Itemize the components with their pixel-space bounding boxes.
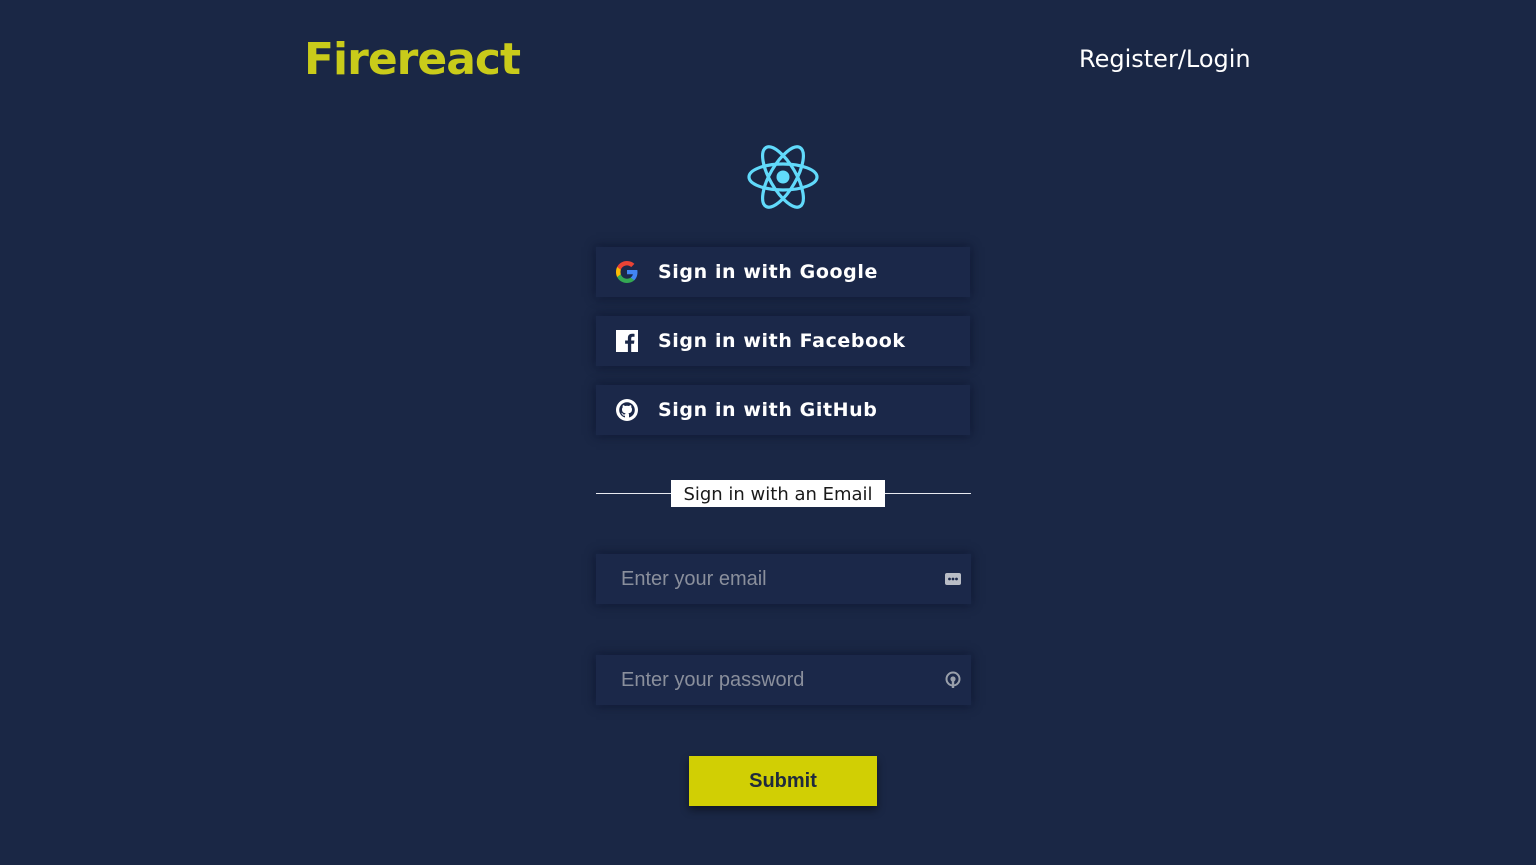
password-input[interactable] [596, 655, 971, 705]
email-input[interactable] [596, 554, 971, 604]
email-divider: Sign in with an Email [596, 480, 971, 508]
password-key-icon[interactable] [944, 671, 962, 689]
register-login-link[interactable]: Register/Login [1079, 42, 1251, 76]
github-icon [615, 398, 639, 422]
autofill-dots-icon[interactable] [944, 570, 962, 588]
divider-label: Sign in with an Email [671, 480, 885, 507]
facebook-icon [615, 329, 639, 353]
facebook-signin-label: Sign in with Facebook [658, 330, 906, 352]
github-signin-label: Sign in with GitHub [658, 399, 878, 421]
google-signin-button[interactable]: Sign in with Google [596, 247, 970, 297]
header: Firereact Register/Login [0, 0, 1536, 120]
brand-title[interactable]: Firereact [304, 30, 521, 90]
google-icon [615, 260, 639, 284]
github-signin-button[interactable]: Sign in with GitHub [596, 385, 970, 435]
facebook-signin-button[interactable]: Sign in with Facebook [596, 316, 970, 366]
email-field [596, 554, 971, 604]
password-field [596, 655, 971, 705]
submit-button[interactable]: Submit [689, 756, 877, 806]
react-atom-icon [747, 145, 819, 209]
google-signin-label: Sign in with Google [658, 261, 878, 283]
